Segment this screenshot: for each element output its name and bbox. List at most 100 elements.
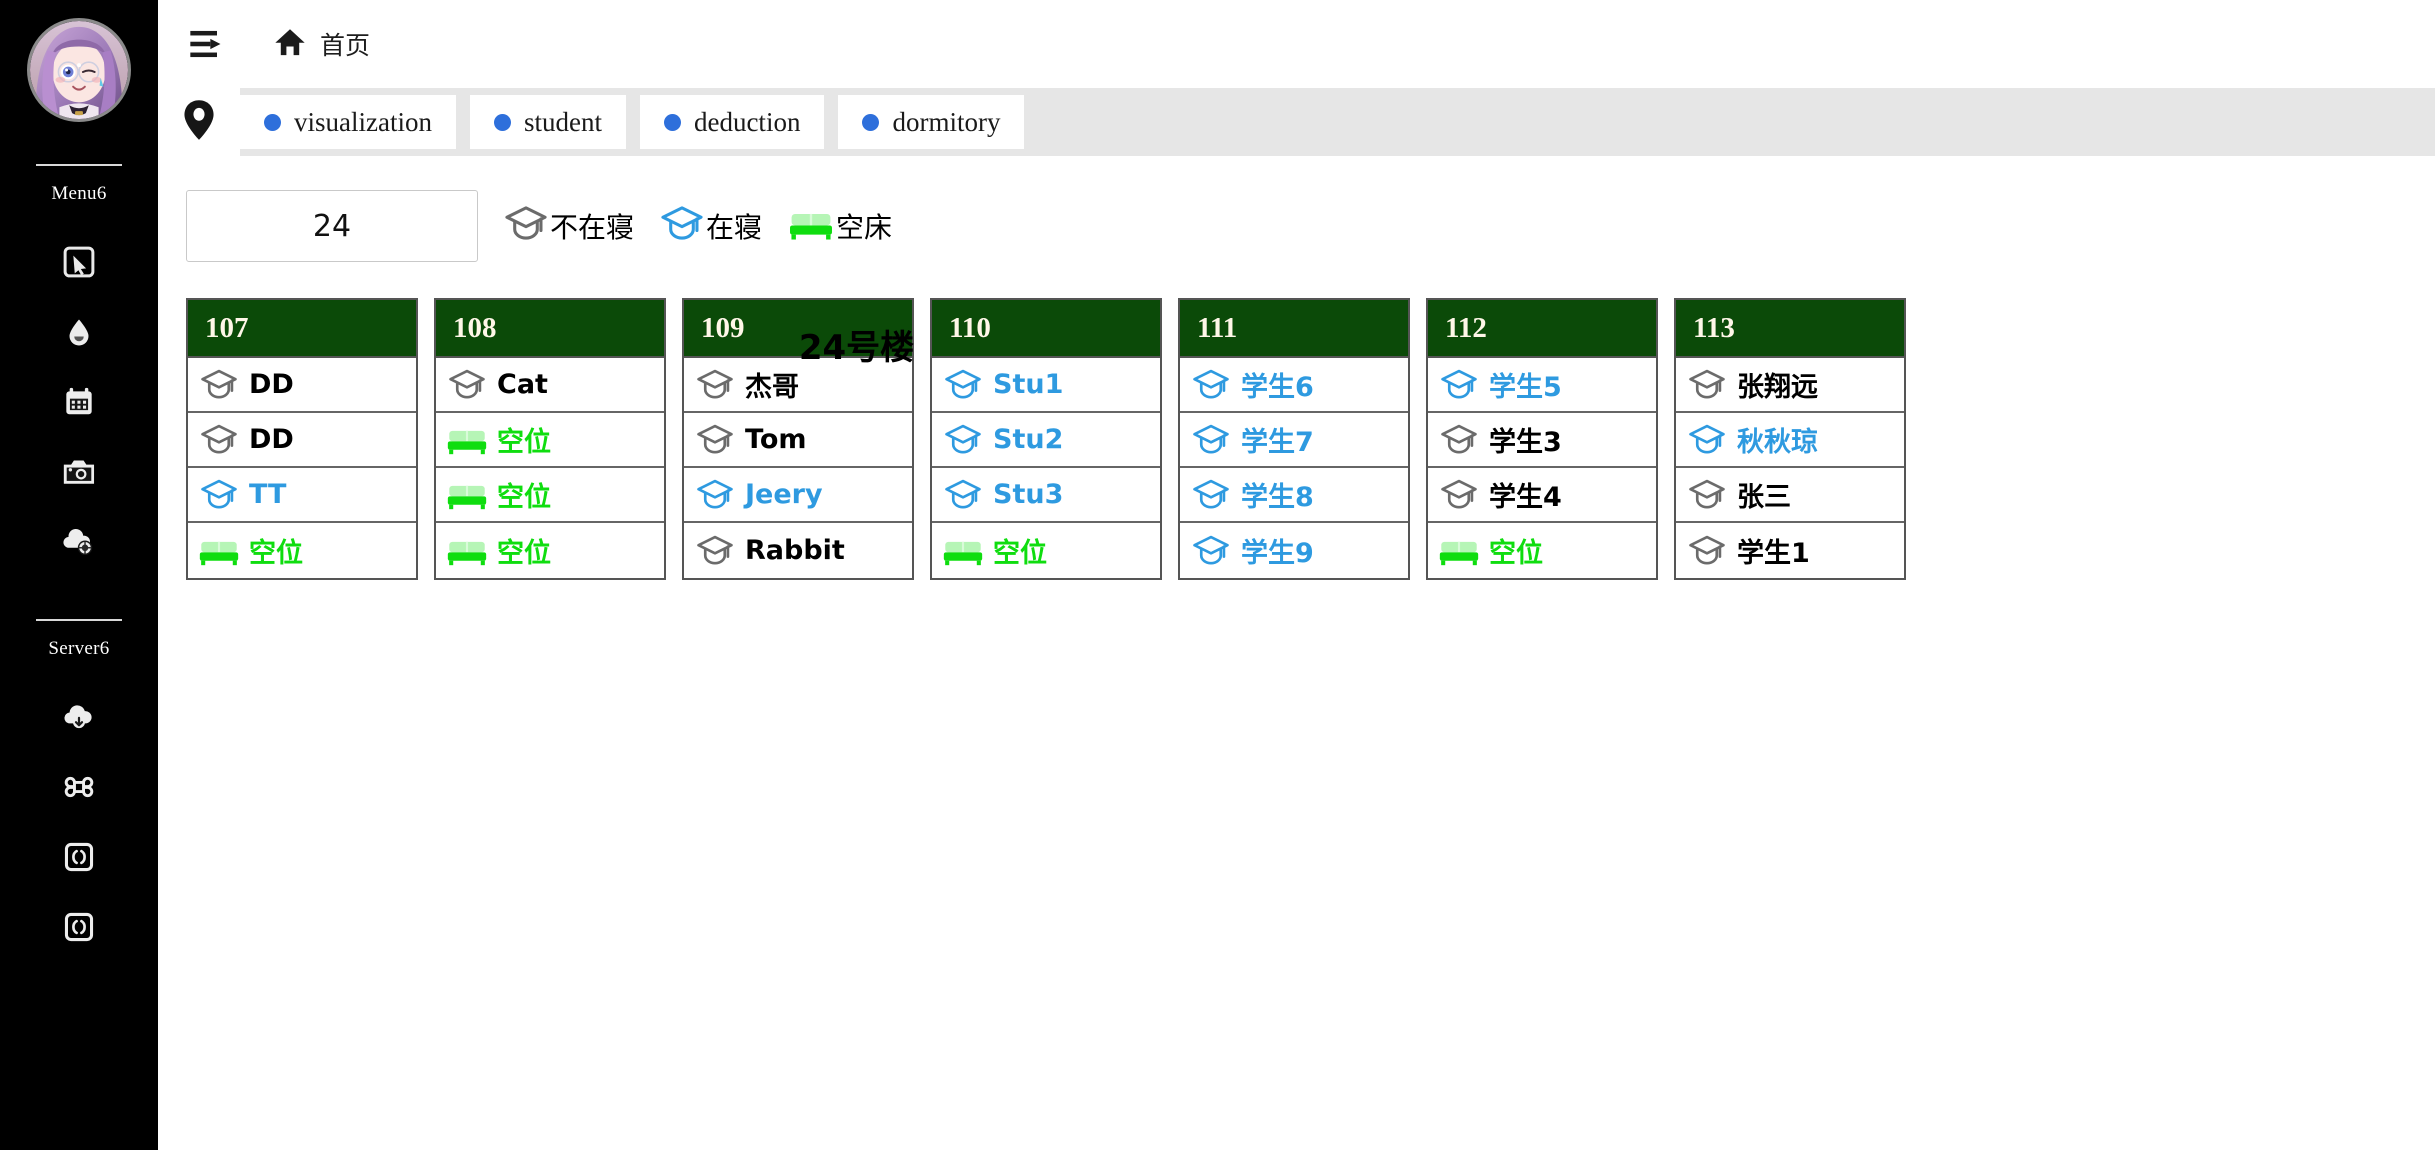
bed-row[interactable]: TT xyxy=(188,468,416,523)
bed-occupant: 学生3 xyxy=(1489,427,1562,458)
sidebar: Menu6 Server6 xyxy=(0,0,158,1150)
sidebar-item-code-1[interactable] xyxy=(0,822,158,892)
legend-label: 不在寝 xyxy=(550,211,635,244)
building-number-input[interactable] xyxy=(186,190,478,262)
room-grid: 107 DD DD TT 空位 108 Cat 空位 空位 空位 109 杰哥 … xyxy=(158,262,2435,580)
graduation-cap-icon-blue xyxy=(694,476,736,514)
command-icon xyxy=(63,771,95,803)
bed-occupant: Cat xyxy=(497,369,548,400)
bed-occupant: Stu3 xyxy=(993,479,1064,510)
bed-row[interactable]: 空位 xyxy=(436,413,664,468)
graduation-cap-icon-gray xyxy=(694,366,736,404)
bed-occupant: Stu1 xyxy=(993,369,1064,400)
cursor-click-icon xyxy=(62,245,96,279)
tab-strip: visualization student deduction dormitor… xyxy=(158,88,2435,156)
avatar[interactable] xyxy=(27,18,131,122)
bed-row[interactable]: 学生4 xyxy=(1428,468,1656,523)
location-pin-button[interactable] xyxy=(158,88,240,156)
sidebar-item-camera[interactable] xyxy=(0,437,158,507)
bed-row[interactable]: 空位 xyxy=(932,523,1160,578)
bed-row[interactable]: Tom xyxy=(684,413,912,468)
bed-icon-green xyxy=(942,532,984,570)
sidebar-item-calendar[interactable] xyxy=(0,367,158,437)
bed-row[interactable]: Stu3 xyxy=(932,468,1160,523)
bed-row[interactable]: 空位 xyxy=(436,468,664,523)
tab-label: student xyxy=(523,106,602,137)
bed-row[interactable]: 秋秋琼 xyxy=(1676,413,1904,468)
bed-row[interactable]: 学生9 xyxy=(1180,523,1408,578)
bed-row[interactable]: DD xyxy=(188,413,416,468)
tab-visualization[interactable]: visualization xyxy=(240,95,456,149)
location-pin-icon xyxy=(182,99,216,146)
bed-occupant: 学生5 xyxy=(1489,372,1562,403)
bed-occupant: 学生6 xyxy=(1241,372,1314,403)
bed-row[interactable]: 空位 xyxy=(1428,523,1656,578)
sidebar-menu-icons xyxy=(0,205,158,577)
breadcrumb[interactable]: 首页 xyxy=(274,26,370,62)
bed-occupant: 学生4 xyxy=(1489,482,1562,513)
bed-row[interactable]: 空位 xyxy=(188,523,416,578)
bed-icon-green xyxy=(446,476,488,514)
graduation-cap-icon-gray xyxy=(446,366,488,404)
bed-row[interactable]: Stu2 xyxy=(932,413,1160,468)
graduation-cap-icon-blue xyxy=(198,476,240,514)
main-area: 首页 visualization student deduction dormi… xyxy=(158,0,2435,1150)
toolbar: 不在寝 在寝 空床 xyxy=(158,156,2435,262)
code-brackets-icon-2 xyxy=(63,911,95,943)
bed-row[interactable]: 学生3 xyxy=(1428,413,1656,468)
bed-occupant: 空位 xyxy=(1489,538,1543,569)
bed-icon-green xyxy=(1438,532,1480,570)
bed-row[interactable]: Jeery xyxy=(684,468,912,523)
bed-occupant: Jeery xyxy=(745,479,823,510)
breadcrumb-label: 首页 xyxy=(320,31,371,60)
tab-dot-icon xyxy=(493,113,511,131)
tab-deduction[interactable]: deduction xyxy=(639,95,825,149)
bed-occupant: TT xyxy=(249,479,287,510)
graduation-cap-icon-blue xyxy=(942,476,984,514)
graduation-cap-icon-gray xyxy=(694,532,736,570)
bed-occupant: Stu2 xyxy=(993,424,1064,455)
bed-icon-green xyxy=(446,421,488,459)
tab-dot-icon xyxy=(862,113,880,131)
sidebar-section-menu-label: Menu6 xyxy=(51,183,107,204)
graduation-cap-icon-blue xyxy=(1438,366,1480,404)
tab-dot-icon xyxy=(264,113,281,131)
sidebar-item-code-2[interactable] xyxy=(0,892,158,962)
legend-item-empty-bed: 空床 xyxy=(788,206,892,247)
bed-occupant: 学生7 xyxy=(1241,427,1314,458)
graduation-cap-icon-gray xyxy=(1686,532,1728,570)
bed-row[interactable]: Rabbit xyxy=(684,523,912,578)
content-area: 24号楼 不在寝 在寝 xyxy=(158,156,2435,580)
bed-occupant: 张翔远 xyxy=(1737,372,1818,403)
sidebar-item-cloud-settings[interactable] xyxy=(0,507,158,577)
graduation-cap-icon-gray xyxy=(694,421,736,459)
graduation-cap-icon-blue xyxy=(1190,366,1232,404)
sidebar-item-cloud-download[interactable] xyxy=(0,682,158,752)
bed-row[interactable]: 学生1 xyxy=(1676,523,1904,578)
tab-label: dormitory xyxy=(892,106,1001,137)
bed-row[interactable]: 空位 xyxy=(436,523,664,578)
app-root: Menu6 Server6 首页 visualization student d… xyxy=(0,0,2435,1150)
bed-row[interactable]: 学生7 xyxy=(1180,413,1408,468)
cloud-settings-icon xyxy=(62,527,96,557)
bed-occupant: 空位 xyxy=(497,538,551,569)
bed-occupant: Tom xyxy=(745,424,807,455)
tab-label: visualization xyxy=(294,106,432,137)
bed-occupant: Rabbit xyxy=(745,535,845,566)
graduation-cap-icon-gray xyxy=(198,421,240,459)
sidebar-divider-top xyxy=(36,164,122,166)
bed-row[interactable]: 张三 xyxy=(1676,468,1904,523)
sidebar-item-water-drop[interactable] xyxy=(0,297,158,367)
bed-occupant: DD xyxy=(249,424,294,455)
tab-student[interactable]: student xyxy=(469,95,626,149)
graduation-cap-icon-gray xyxy=(504,202,548,251)
sidebar-toggle-icon[interactable] xyxy=(186,21,232,67)
bed-row[interactable]: 学生8 xyxy=(1180,468,1408,523)
tab-dormitory[interactable]: dormitory xyxy=(838,95,1025,149)
graduation-cap-icon-gray xyxy=(1438,476,1480,514)
legend-item-present: 在寝 xyxy=(660,202,762,251)
graduation-cap-icon-blue xyxy=(1686,421,1728,459)
sidebar-item-command[interactable] xyxy=(0,752,158,822)
sidebar-item-cursor-click[interactable] xyxy=(0,227,158,297)
bed-occupant: 空位 xyxy=(497,427,551,458)
